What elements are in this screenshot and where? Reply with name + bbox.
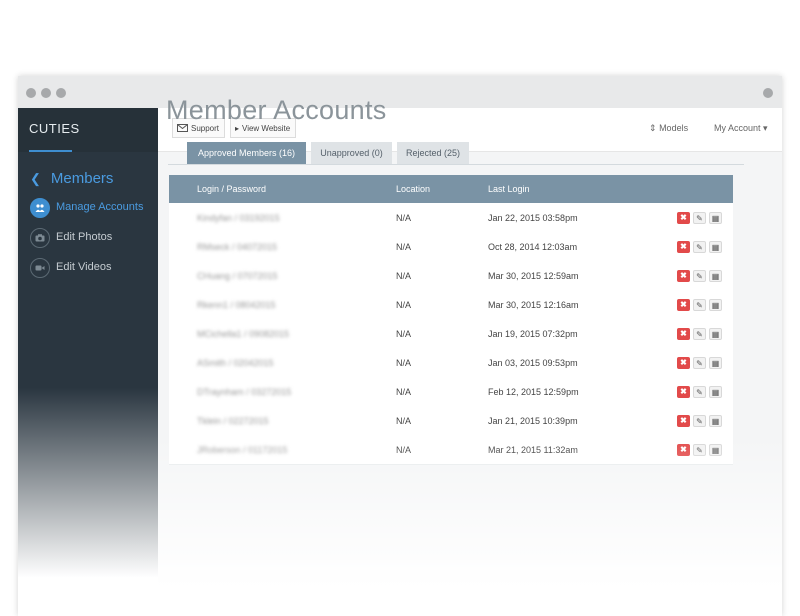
login-cell: MCichella1 / 09082015 (197, 329, 290, 339)
trash-icon[interactable]: ▦ (709, 299, 722, 311)
last-login-cell: Jan 21, 2015 10:39pm (488, 416, 578, 426)
models-label: Models (659, 123, 689, 133)
login-cell: ASmith / 02042015 (197, 358, 274, 368)
last-login-cell: Mar 30, 2015 12:59am (488, 271, 579, 281)
trash-icon[interactable]: ▦ (709, 386, 722, 398)
delete-icon[interactable]: ✖ (677, 415, 690, 427)
login-cell: CHuang / 07072015 (197, 271, 278, 281)
sort-icon: ⇕ (649, 123, 657, 133)
trash-icon[interactable]: ▦ (709, 270, 722, 282)
sidebar-item-edit-photos[interactable]: Edit Photos (30, 228, 158, 250)
page-title: Member Accounts (166, 95, 387, 125)
window-titlebar (18, 76, 782, 109)
delete-icon[interactable]: ✖ (677, 328, 690, 340)
sidebar-item-label: Edit Photos (56, 231, 113, 243)
last-login-cell: Feb 12, 2015 12:59pm (488, 387, 579, 397)
trash-icon[interactable]: ▦ (709, 415, 722, 427)
last-login-cell: Mar 30, 2015 12:16am (488, 300, 579, 310)
table-row[interactable]: Tklein / 02272015 N/A Jan 21, 2015 10:39… (169, 406, 733, 436)
table-header: Login / Password Location Last Login (169, 175, 733, 203)
table-row[interactable]: MCichella1 / 09082015 N/A Jan 19, 2015 0… (169, 319, 733, 349)
delete-icon[interactable]: ✖ (677, 299, 690, 311)
chevron-left-icon[interactable]: ❮ (30, 171, 41, 186)
table-row[interactable]: CHuang / 07072015 N/A Mar 30, 2015 12:59… (169, 261, 733, 291)
sidebar: CUTIES ❮ Members Manage Accounts Edit Pho… (18, 108, 158, 616)
users-icon (30, 198, 50, 218)
brand-logo[interactable]: CUTIES (29, 121, 80, 136)
location-cell: N/A (396, 242, 412, 252)
last-login-cell: Mar 21, 2015 11:32am (488, 445, 578, 455)
edit-icon[interactable]: ✎ (693, 241, 706, 253)
window-dot-right (763, 88, 773, 98)
location-cell: N/A (396, 416, 412, 426)
table-row[interactable]: Rkenn1 / 08042015 N/A Mar 30, 2015 12:16… (169, 290, 733, 320)
login-cell: RMseck / 04072015 (197, 242, 278, 252)
last-login-cell: Jan 19, 2015 07:32pm (488, 329, 578, 339)
last-login-cell: Jan 03, 2015 09:53pm (488, 358, 578, 368)
delete-icon[interactable]: ✖ (677, 241, 690, 253)
column-header-login[interactable]: Login / Password (197, 184, 266, 194)
sidebar-item-manage-accounts[interactable]: Manage Accounts (30, 198, 158, 220)
trash-icon[interactable]: ▦ (709, 328, 722, 340)
window-dot-minimize[interactable] (41, 88, 51, 98)
tab-divider (168, 164, 744, 165)
table-row[interactable]: RMseck / 04072015 N/A Oct 28, 2014 12:03… (169, 232, 733, 262)
table-row[interactable]: Kindyfan / 03192015 N/A Jan 22, 2015 03:… (169, 203, 733, 233)
column-header-last-login[interactable]: Last Login (488, 184, 530, 194)
models-menu[interactable]: ⇕ Models (649, 123, 688, 134)
location-cell: N/A (396, 300, 412, 310)
tab-rejected[interactable]: Rejected (25) (397, 142, 469, 164)
edit-icon[interactable]: ✎ (693, 328, 706, 340)
trash-icon[interactable]: ▦ (709, 241, 722, 253)
window-dot-maximize[interactable] (56, 88, 66, 98)
delete-icon[interactable]: ✖ (677, 386, 690, 398)
tab-unapproved[interactable]: Unapproved (0) (311, 142, 392, 164)
trash-icon[interactable]: ▦ (709, 212, 722, 224)
my-account-label: My Account (714, 123, 761, 133)
table-row[interactable]: DTraynham / 03272015 N/A Feb 12, 2015 12… (169, 377, 733, 407)
camera-icon (30, 228, 50, 248)
edit-icon[interactable]: ✎ (693, 357, 706, 369)
last-login-cell: Oct 28, 2014 12:03am (488, 242, 578, 252)
column-header-location[interactable]: Location (396, 184, 430, 194)
trash-icon[interactable]: ▦ (709, 444, 722, 456)
location-cell: N/A (396, 358, 412, 368)
login-cell: Tklein / 02272015 (197, 416, 269, 426)
delete-icon[interactable]: ✖ (677, 212, 690, 224)
section-title-label: Members (50, 170, 114, 187)
table-row[interactable]: ASmith / 02042015 N/A Jan 03, 2015 09:53… (169, 348, 733, 378)
sidebar-item-label: Manage Accounts (56, 201, 144, 213)
edit-icon[interactable]: ✎ (693, 212, 706, 224)
caret-down-icon: ▾ (763, 123, 768, 133)
table-row[interactable]: JRoberson / 01172015 N/A Mar 21, 2015 11… (169, 435, 733, 465)
login-cell: Kindyfan / 03192015 (197, 213, 280, 223)
edit-icon[interactable]: ✎ (693, 386, 706, 398)
location-cell: N/A (396, 329, 412, 339)
location-cell: N/A (396, 213, 412, 223)
my-account-menu[interactable]: My Account ▾ (714, 123, 768, 134)
tab-approved-members[interactable]: Approved Members (16) (187, 142, 306, 164)
brand-bar: CUTIES (18, 108, 158, 152)
delete-icon[interactable]: ✖ (677, 270, 690, 282)
login-cell: DTraynham / 03272015 (197, 387, 292, 397)
location-cell: N/A (396, 271, 412, 281)
location-cell: N/A (396, 445, 412, 455)
window-dot-close[interactable] (26, 88, 36, 98)
brand-underline (29, 150, 72, 152)
sidebar-item-edit-videos[interactable]: Edit Videos (30, 258, 158, 280)
edit-icon[interactable]: ✎ (693, 444, 706, 456)
delete-icon[interactable]: ✖ (677, 444, 690, 456)
edit-icon[interactable]: ✎ (693, 270, 706, 282)
members-section-title[interactable]: ❮ Members (30, 170, 113, 187)
edit-icon[interactable]: ✎ (693, 299, 706, 311)
delete-icon[interactable]: ✖ (677, 357, 690, 369)
sidebar-item-label: Edit Videos (56, 261, 112, 273)
login-cell: Rkenn1 / 08042015 (197, 300, 276, 310)
login-cell: JRoberson / 01172015 (197, 445, 288, 455)
last-login-cell: Jan 22, 2015 03:58pm (488, 213, 578, 223)
edit-icon[interactable]: ✎ (693, 415, 706, 427)
trash-icon[interactable]: ▦ (709, 357, 722, 369)
location-cell: N/A (396, 387, 412, 397)
video-icon (30, 258, 50, 278)
